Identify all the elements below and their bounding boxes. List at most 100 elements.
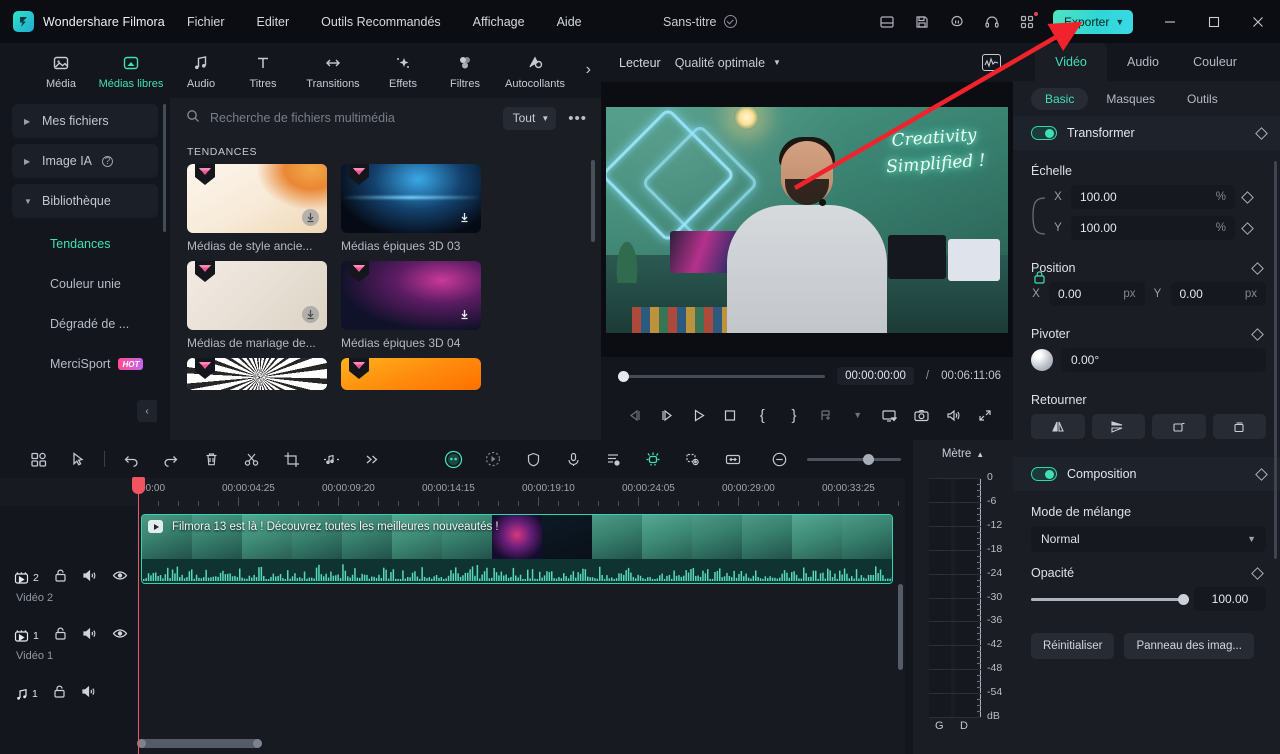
zoom-slider-handle[interactable]	[863, 453, 874, 465]
rotate-dial[interactable]	[1031, 349, 1053, 371]
tab-medias-libres[interactable]: Médias libres	[92, 52, 170, 90]
clip-play-icon[interactable]	[148, 520, 163, 533]
tab-couleur[interactable]: Couleur	[1179, 43, 1251, 81]
browser-more-button[interactable]: •••	[566, 110, 589, 127]
more-chevrons-icon[interactable]	[351, 444, 391, 474]
browser-scrollbar[interactable]	[591, 160, 595, 242]
maximize-button[interactable]	[1192, 0, 1236, 43]
playhead[interactable]	[132, 477, 145, 754]
keyframe-diamond-icon[interactable]	[1251, 261, 1264, 275]
media-card[interactable]: Médias de mariage de...	[187, 261, 327, 350]
position-x-input[interactable]: 0.00 px	[1049, 282, 1145, 306]
sidebar-item-mercisport[interactable]: MerciSport HOT	[12, 344, 158, 384]
subtab-masques[interactable]: Masques	[1092, 88, 1169, 110]
menu-fichier[interactable]: Fichier	[185, 11, 227, 33]
close-button[interactable]	[1236, 0, 1280, 43]
ai-effects-icon[interactable]	[633, 444, 673, 474]
track-head-audio-1[interactable]: 1	[14, 684, 97, 704]
composition-toggle[interactable]	[1031, 467, 1057, 481]
eye-icon[interactable]	[112, 626, 128, 646]
media-card[interactable]: Médias épiques 3D 03	[341, 164, 481, 253]
download-icon[interactable]	[302, 209, 319, 226]
color-shield-icon[interactable]	[513, 444, 553, 474]
download-icon[interactable]	[456, 209, 473, 226]
unlock-icon[interactable]	[52, 684, 67, 704]
template-grid-icon[interactable]	[18, 444, 58, 474]
playhead-handle[interactable]	[132, 477, 145, 494]
aspect-lock-icon[interactable]	[1033, 270, 1046, 289]
sidebar-item-degrade[interactable]: Dégradé de ...	[12, 304, 158, 344]
volume-button[interactable]	[937, 400, 969, 430]
tab-filtres[interactable]: Filtres	[434, 52, 496, 90]
opacity-slider-handle[interactable]	[1178, 593, 1189, 605]
eye-icon[interactable]	[112, 568, 128, 588]
minimize-button[interactable]	[1148, 0, 1192, 43]
voiceover-mic-icon[interactable]	[553, 444, 593, 474]
media-card[interactable]: Médias épiques 3D 04	[341, 261, 481, 350]
add-marker-button[interactable]	[810, 400, 842, 430]
tab-audio[interactable]: Audio	[170, 52, 232, 90]
timeline-horizontal-scrollbar[interactable]	[137, 739, 262, 748]
collapse-sidebar-button[interactable]: ‹	[137, 400, 157, 422]
search-input[interactable]	[210, 111, 493, 125]
keyframe-diamond-icon[interactable]	[1251, 566, 1264, 580]
sidebar-item-couleur-unie[interactable]: Couleur unie	[12, 264, 158, 304]
delete-icon[interactable]	[191, 444, 231, 474]
unlock-icon[interactable]	[53, 626, 68, 646]
mute-icon[interactable]	[82, 568, 98, 588]
save-layout-icon[interactable]	[878, 13, 896, 31]
scale-x-input[interactable]: 100.00 %	[1071, 185, 1235, 209]
subtab-basic[interactable]: Basic	[1031, 87, 1089, 110]
tab-effets[interactable]: Effets	[372, 52, 434, 90]
export-button[interactable]: Exporter ▼	[1053, 10, 1134, 34]
fit-timeline-icon[interactable]	[713, 444, 753, 474]
flip-vertical-button[interactable]	[1091, 414, 1145, 439]
redo-icon[interactable]	[151, 444, 191, 474]
help-icon[interactable]: ?	[102, 155, 114, 167]
split-scissors-icon[interactable]	[231, 444, 271, 474]
blend-mode-select[interactable]: Normal ▼	[1031, 526, 1266, 552]
keyframe-diamond-icon[interactable]	[1241, 190, 1254, 204]
crop-icon[interactable]	[271, 444, 311, 474]
rotate-right-button[interactable]	[1152, 414, 1206, 439]
menu-aide[interactable]: Aide	[555, 11, 584, 33]
tab-media[interactable]: Média	[30, 52, 92, 90]
timeline-clip[interactable]: Filmora 13 est là ! Découvrez toutes les…	[141, 514, 893, 584]
mute-icon[interactable]	[82, 626, 98, 646]
green-screen-icon[interactable]	[673, 444, 713, 474]
save-project-icon[interactable]	[913, 13, 931, 31]
previous-frame-button[interactable]	[619, 400, 651, 430]
sidebar-item-tendances[interactable]: Tendances	[12, 224, 158, 264]
headset-support-icon[interactable]	[983, 13, 1001, 31]
menu-outils-recommandes[interactable]: Outils Recommandés	[319, 11, 443, 33]
tab-video[interactable]: Vidéo	[1035, 43, 1107, 81]
stop-button[interactable]	[714, 400, 746, 430]
tab-autocollants[interactable]: Autocollants	[496, 52, 574, 90]
select-tool-icon[interactable]	[58, 444, 98, 474]
sidebar-item-bibliotheque[interactable]: ▼ Bibliothèque	[12, 184, 158, 218]
keyframe-diamond-icon[interactable]	[1251, 327, 1264, 341]
sidebar-item-image-ia[interactable]: ▶ Image IA ?	[12, 144, 158, 178]
apps-grid-icon[interactable]	[1018, 11, 1038, 31]
flip-horizontal-button[interactable]	[1031, 414, 1085, 439]
subtab-outils[interactable]: Outils	[1173, 88, 1232, 110]
waveform-scope-icon[interactable]	[982, 54, 1001, 71]
unlock-icon[interactable]	[53, 568, 68, 588]
mute-icon[interactable]	[81, 684, 97, 704]
auto-beat-icon[interactable]	[593, 444, 633, 474]
position-y-input[interactable]: 0.00 px	[1170, 282, 1266, 306]
play-button[interactable]	[683, 400, 715, 430]
menu-editer[interactable]: Editer	[255, 11, 292, 33]
rotate-left-button[interactable]	[1212, 414, 1266, 439]
media-card[interactable]	[187, 358, 327, 390]
zoom-slider[interactable]	[807, 453, 901, 465]
sidebar-item-mes-fichiers[interactable]: ▶ Mes fichiers	[12, 104, 158, 138]
seek-handle[interactable]	[618, 370, 629, 382]
snapshot-button[interactable]	[905, 400, 937, 430]
scale-y-input[interactable]: 100.00 %	[1071, 216, 1235, 240]
marker-dropdown-button[interactable]: ▼	[842, 400, 874, 430]
meter-toggle[interactable]: Mètre ▲	[913, 440, 1013, 468]
download-icon[interactable]	[456, 306, 473, 323]
transform-toggle[interactable]	[1031, 126, 1057, 140]
tab-transitions[interactable]: Transitions	[294, 52, 372, 90]
